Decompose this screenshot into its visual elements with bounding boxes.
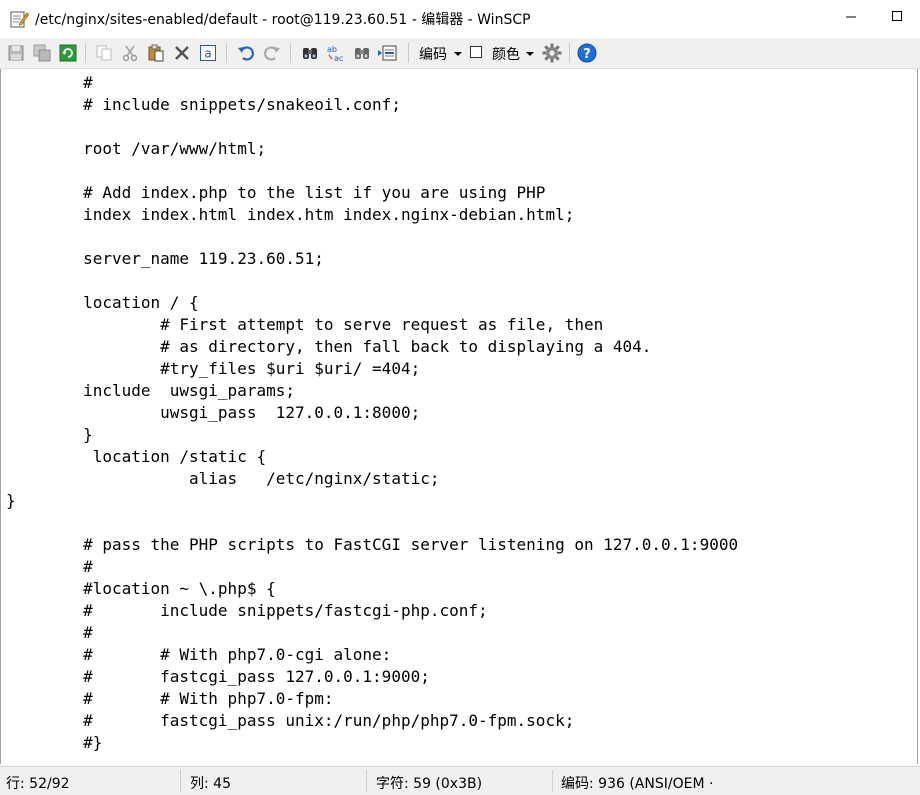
code-line: # include snippets/fastcgi-php.conf; <box>6 601 488 620</box>
reload-button[interactable] <box>57 42 79 64</box>
goto-line-button[interactable] <box>377 42 399 64</box>
code-line: # <box>6 623 93 642</box>
status-separator <box>552 770 553 792</box>
reload-icon <box>59 44 77 62</box>
copy-button[interactable] <box>93 42 115 64</box>
code-line: root /var/www/html; <box>6 139 267 158</box>
toolbar-separator <box>569 43 570 63</box>
code-line: index index.html index.htm index.nginx-d… <box>6 205 575 224</box>
code-line: include uwsgi_params; <box>6 381 295 400</box>
code-line: # Add index.php to the list if you are u… <box>6 183 546 202</box>
minimize-button[interactable] <box>828 0 874 30</box>
code-line: #location ~ \.php$ { <box>6 579 276 598</box>
find-next-button[interactable] <box>351 42 373 64</box>
svg-text:?: ? <box>583 47 591 62</box>
chevron-down-icon[interactable] <box>454 52 462 56</box>
code-line: # fastcgi_pass 127.0.0.1:9000; <box>6 667 430 686</box>
code-line: location /static { <box>6 447 267 466</box>
delete-icon <box>175 46 189 60</box>
code-line: # # With php7.0-fpm: <box>6 689 334 708</box>
find-button[interactable] <box>299 42 321 64</box>
toolbar-separator <box>408 43 409 63</box>
code-line: # <box>6 557 93 576</box>
code-line: server_name 119.23.60.51; <box>6 249 324 268</box>
status-encoding: 编码: 936 (ANSI/OEM · <box>561 776 714 792</box>
cut-button[interactable] <box>119 42 141 64</box>
goto-line-icon <box>378 45 397 61</box>
code-line: # pass the PHP scripts to FastCGI server… <box>6 535 739 554</box>
select-all-button[interactable]: a <box>197 42 219 64</box>
maximize-button[interactable] <box>874 0 920 30</box>
code-line: # fastcgi_pass unix:/run/php/php7.0-fpm.… <box>6 711 575 730</box>
code-line: # # With php7.0-cgi alone: <box>6 645 392 664</box>
code-line: # include snippets/snakeoil.conf; <box>6 95 401 114</box>
code-line: #} <box>6 733 103 752</box>
color-menu[interactable]: 颜色 <box>492 44 520 64</box>
undo-button[interactable] <box>235 42 257 64</box>
code-line: #try_files $uri $uri/ =404; <box>6 359 421 378</box>
svg-text:a: a <box>204 47 211 61</box>
svg-text:ab: ab <box>327 45 337 54</box>
find-next-icon <box>355 48 369 59</box>
save-all-button[interactable] <box>31 42 53 64</box>
status-bar: 行: 52/92 列: 45 字符: 59 (0x3B) 编码: 936 (AN… <box>0 766 920 795</box>
help-button[interactable]: ? <box>576 42 598 64</box>
code-line: uwsgi_pass 127.0.0.1:8000; <box>6 403 421 422</box>
code-line: # as directory, then fall back to displa… <box>6 337 652 356</box>
title-bar: /etc/nginx/sites-enabled/default - root@… <box>0 0 920 38</box>
code-line: location / { <box>6 293 199 312</box>
copy-icon <box>96 45 112 61</box>
replace-button[interactable]: ab ac <box>325 42 347 64</box>
save-button[interactable] <box>5 42 27 64</box>
toolbar-separator <box>85 43 86 63</box>
save-icon <box>8 45 24 61</box>
undo-icon <box>238 46 254 61</box>
editor-icon <box>9 9 30 29</box>
color-checkbox[interactable] <box>470 46 482 58</box>
code-line: # First attempt to serve request as file… <box>6 315 604 334</box>
paste-icon <box>148 44 164 62</box>
toolbar: a ab ac 编码 颜色 ? <box>0 38 920 69</box>
settings-button[interactable] <box>541 42 563 64</box>
code-line: # <box>6 73 93 92</box>
status-character: 字符: 59 (0x3B) <box>376 776 483 792</box>
status-line: 行: 52/92 <box>6 776 70 792</box>
code-line: } <box>6 425 93 444</box>
status-separator <box>180 770 181 792</box>
window-title: /etc/nginx/sites-enabled/default - root@… <box>35 12 531 28</box>
status-separator <box>366 770 367 792</box>
redo-button[interactable] <box>261 42 283 64</box>
code-line: } <box>6 491 16 510</box>
help-icon: ? <box>577 43 597 63</box>
encoding-menu[interactable]: 编码 <box>419 44 447 64</box>
code-line: alias /etc/nginx/static; <box>6 469 440 488</box>
chevron-down-icon[interactable] <box>526 52 534 56</box>
delete-button[interactable] <box>171 42 193 64</box>
gear-icon <box>542 43 562 63</box>
status-column: 列: 45 <box>190 776 231 792</box>
svg-text:ac: ac <box>334 54 343 62</box>
toolbar-separator <box>226 43 227 63</box>
save-all-icon <box>33 44 51 62</box>
paste-button[interactable] <box>145 42 167 64</box>
cut-icon <box>122 45 138 62</box>
select-all-icon: a <box>200 45 216 61</box>
toolbar-separator <box>290 43 291 63</box>
replace-icon: abac <box>327 45 343 62</box>
text-editor[interactable]: # # include snippets/snakeoil.conf; root… <box>0 69 918 764</box>
find-icon <box>303 48 317 59</box>
redo-icon <box>264 46 280 61</box>
